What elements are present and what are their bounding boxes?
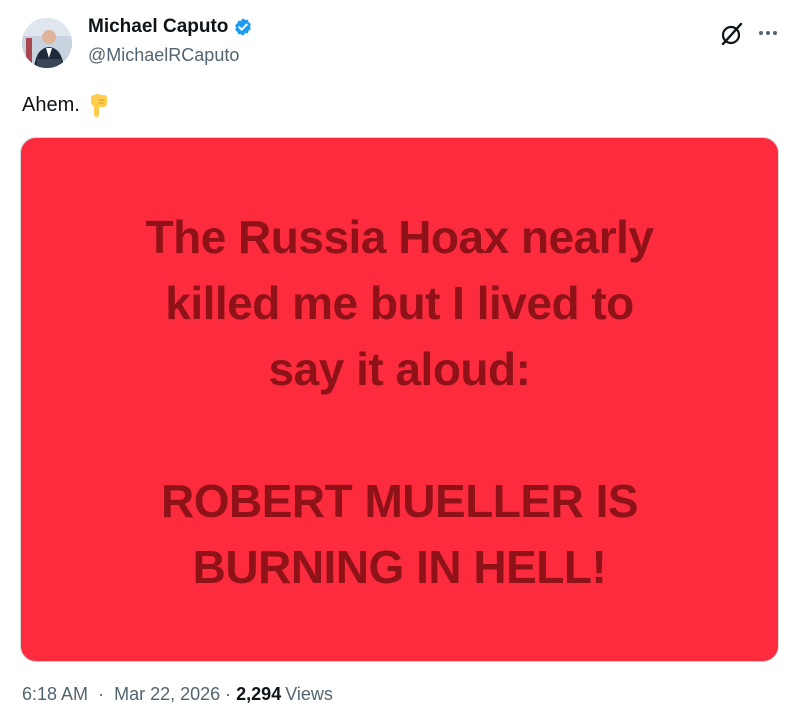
avatar[interactable] xyxy=(22,18,72,68)
media-text-line: BURNING IN HELL! xyxy=(192,541,607,593)
media-text-line: ROBERT MUELLER IS xyxy=(160,475,639,527)
tweet-date: Mar 22, 2026 xyxy=(114,684,221,704)
tweet-meta: 6:18 AM · Mar 22, 2026 · 2,294 Views xyxy=(22,684,333,705)
media-image[interactable]: The Russia Hoax nearly killed me but I l… xyxy=(20,137,779,662)
grok-icon[interactable] xyxy=(719,21,745,47)
meta-separator: · xyxy=(225,684,232,704)
meta-separator: · xyxy=(98,684,105,704)
media-text-line: say it aloud: xyxy=(268,343,531,395)
media-text-line: The Russia Hoax nearly xyxy=(145,211,654,263)
tweet-timestamp[interactable]: 6:18 AM · Mar 22, 2026 xyxy=(22,684,220,705)
views-count[interactable]: 2,294 xyxy=(236,684,281,705)
verified-badge-icon[interactable] xyxy=(233,17,253,37)
tweet-text-body: Ahem. xyxy=(22,93,80,116)
tweet: Michael Caputo @MichaelRCaputo Ahem. The… xyxy=(0,0,800,727)
author-display-name[interactable]: Michael Caputo xyxy=(88,16,228,38)
more-options-icon[interactable] xyxy=(754,22,782,44)
tweet-text: Ahem. xyxy=(22,92,110,118)
media-text-line: killed me but I lived to xyxy=(165,277,634,329)
views-label: Views xyxy=(285,684,333,704)
tweet-time: 6:18 AM xyxy=(22,684,89,704)
author-name-row: Michael Caputo xyxy=(88,16,253,38)
author-handle[interactable]: @MichaelRCaputo xyxy=(88,45,239,66)
backhand-index-pointing-down-icon xyxy=(86,92,110,118)
